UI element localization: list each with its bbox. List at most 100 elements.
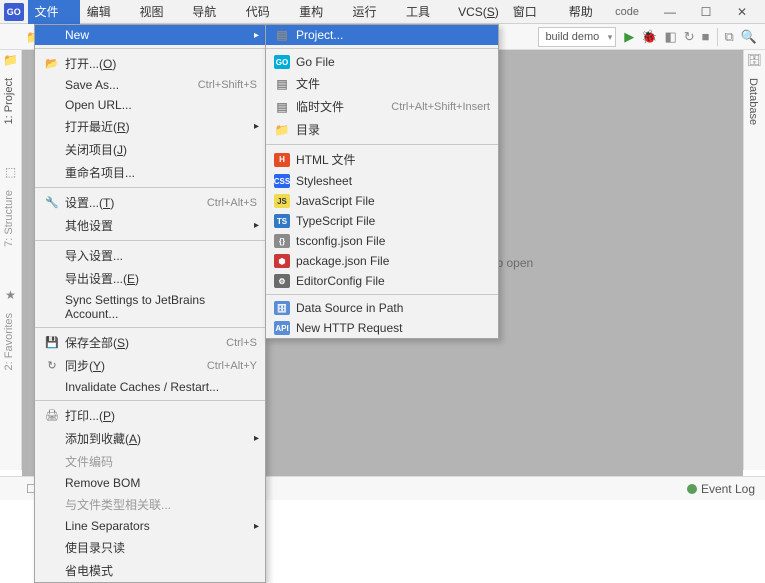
event-log-button[interactable]: Event Log [687,482,755,496]
menu-导航n[interactable]: 导航(N) [185,0,238,24]
menu-item[interactable]: ↻同步(Y)Ctrl+Alt+Y [35,354,265,377]
menu-item-label: 重命名项目... [65,164,257,181]
coverage-icon[interactable]: ◧ [664,29,676,45]
menu-item-label: 关闭项目(J) [65,141,257,158]
menu-item[interactable]: Invalidate Caches / Restart... [35,377,265,397]
submenu-item[interactable]: ▤临时文件Ctrl+Alt+Shift+Insert [266,95,498,118]
menu-item[interactable]: 其他设置▸ [35,214,265,237]
open-tool-icon[interactable]: ⧉ [725,29,734,45]
menu-item-label: 添加到收藏(A) [65,430,257,447]
submenu-item[interactable]: ▤文件 [266,72,498,95]
submenu-item[interactable]: GOGo File [266,52,498,72]
menu-item[interactable]: Save As...Ctrl+Shift+S [35,75,265,95]
submenu-item[interactable]: 🗄 Data Source in Path [266,298,498,318]
submenu-item[interactable]: ⚙EditorConfig File [266,271,498,291]
submenu-item[interactable]: 📁目录 [266,118,498,141]
menu-item[interactable]: 使目录只读 [35,536,265,559]
run-toolbar: ▶ 🐞 ◧ ↻ ■ ⧉ 🔍 [624,28,757,46]
menu-item[interactable]: New▸ [35,25,265,45]
menu-item-label: Line Separators [65,519,257,533]
shortcut: Ctrl+Alt+Shift+Insert [391,101,490,113]
submenu-label: New HTTP Request [296,321,490,335]
window-title: code [615,6,639,18]
menu-窗口w[interactable]: 窗口(W) [506,0,562,24]
event-log-label: Event Log [701,482,755,496]
file-type-icon: 🗄 [274,301,290,315]
menu-item-label: 导出设置...(E) [65,270,257,287]
sidebar-tab[interactable]: 1: Project [0,70,18,132]
menu-帮助h[interactable]: 帮助(H) [562,0,615,24]
submenu-item[interactable]: APINew HTTP Request [266,318,498,338]
submenu-label: Stylesheet [296,174,490,188]
menu-item-icon: ↻ [43,359,61,372]
run-icon[interactable]: ▶ [624,29,634,45]
submenu-label: Go File [296,55,490,69]
search-icon[interactable]: 🔍 [741,29,757,45]
sidebar-tab[interactable]: 7: Structure [0,182,18,255]
submenu-label: TypeScript File [296,214,490,228]
submenu-label: 文件 [296,75,490,92]
maximize-button[interactable]: ☐ [691,0,721,24]
debug-icon[interactable]: 🐞 [641,29,657,45]
menu-文件f[interactable]: 文件(F) [28,0,80,24]
file-menu-dropdown: New▸ 📂打开...(O)Save As...Ctrl+Shift+SOpen … [34,24,266,583]
menu-item[interactable]: 导出设置...(E) [35,267,265,290]
menu-重构r[interactable]: 重构(R) [292,0,345,24]
menu-编辑e[interactable]: 编辑(E) [80,0,133,24]
submenu-item[interactable]: {}tsconfig.json File [266,231,498,251]
menu-item[interactable]: 打开最近(R)▸ [35,115,265,138]
sidebar-icon[interactable]: ★ [0,285,21,305]
menu-item[interactable]: Open URL... [35,95,265,115]
menu-item-label: Sync Settings to JetBrains Account... [65,293,257,321]
sidebar-tab[interactable]: 2: Favorites [0,305,18,378]
menu-item-label: 设置...(T) [65,194,207,211]
menu-item-label: 打印...(P) [65,407,257,424]
separator [35,187,265,188]
submenu-item[interactable]: TSTypeScript File [266,211,498,231]
menu-item[interactable]: 添加到收藏(A)▸ [35,427,265,450]
submenu-item[interactable]: ▤Project... [266,25,498,45]
stop-icon[interactable]: ■ [702,29,710,44]
submenu-item[interactable]: CSSStylesheet [266,171,498,191]
menu-item[interactable]: Line Separators▸ [35,516,265,536]
submenu-arrow-icon: ▸ [254,220,259,231]
submenu-label: EditorConfig File [296,274,490,288]
menu-item[interactable]: 🔧 设置...(T)Ctrl+Alt+S [35,191,265,214]
submenu-label: 临时文件 [296,98,391,115]
menu-item[interactable]: Remove BOM [35,473,265,493]
menu-item-label: 打开...(O) [65,55,257,72]
menu-item[interactable]: 📂打开...(O) [35,52,265,75]
menu-item-label: Invalidate Caches / Restart... [65,380,257,394]
menu-item[interactable]: 省电模式 [35,559,265,582]
submenu-item[interactable]: ⬢package.json File [266,251,498,271]
event-log-icon [687,484,697,494]
menu-工具t[interactable]: 工具(T) [399,0,451,24]
submenu-arrow-icon: ▸ [254,433,259,444]
menu-item-icon: 🔧 [43,196,61,209]
sidebar-icon[interactable]: 📁 [0,50,21,70]
menu-item[interactable]: 关闭项目(J) [35,138,265,161]
sidebar-icon[interactable]: ⬚ [0,162,21,182]
submenu-item[interactable]: JSJavaScript File [266,191,498,211]
separator [35,240,265,241]
menu-item[interactable]: 重命名项目... [35,161,265,184]
sidebar-left: 📁1: Project ⬚7: Structure ★2: Favorites [0,50,22,470]
shortcut: Ctrl+Alt+S [207,197,257,209]
profiler-icon[interactable]: ↻ [684,29,695,45]
submenu-item[interactable]: HHTML 文件 [266,148,498,171]
menu-视图v[interactable]: 视图(V) [132,0,185,24]
sidebar-tab-database[interactable]: Database [744,70,762,133]
menu-代码c[interactable]: 代码(C) [239,0,292,24]
separator [266,144,498,145]
close-button[interactable]: ✕ [727,0,757,24]
submenu-label: Data Source in Path [296,301,490,315]
menu-item[interactable]: 🖨打印...(P) [35,404,265,427]
menu-item[interactable]: 💾保存全部(S)Ctrl+S [35,331,265,354]
menu-item[interactable]: 导入设置... [35,244,265,267]
minimize-button[interactable]: — [655,0,685,24]
menu-item[interactable]: Sync Settings to JetBrains Account... [35,290,265,324]
sidebar-icon[interactable]: 🗄 [744,50,765,70]
menu-运行u[interactable]: 运行(U) [346,0,399,24]
run-config-combo[interactable]: build demo [538,27,616,47]
menu-vcss[interactable]: VCS(S) [451,0,506,24]
